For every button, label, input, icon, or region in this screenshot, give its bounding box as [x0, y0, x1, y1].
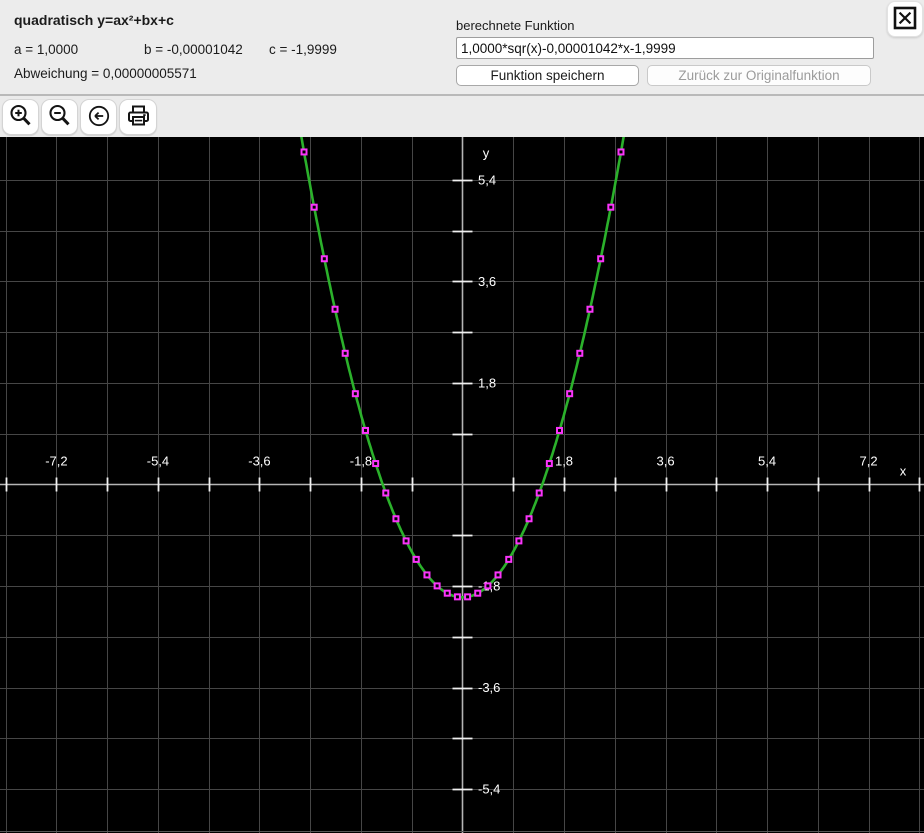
param-b: b = -0,00001042 — [144, 42, 243, 57]
svg-text:7,2: 7,2 — [860, 454, 878, 469]
print-icon — [125, 102, 152, 132]
zoom-in-icon — [8, 103, 34, 132]
back-arrow-icon — [86, 103, 112, 132]
window-bottom-edge — [0, 831, 924, 832]
param-a: a = 1,0000 — [14, 42, 78, 57]
zoom-out-icon — [47, 103, 73, 132]
svg-text:5,4: 5,4 — [758, 454, 776, 469]
svg-text:5,4: 5,4 — [478, 172, 496, 187]
function-plot: -7,2-5,4-3,6-1,81,83,65,47,25,43,61,8-1,… — [0, 137, 924, 833]
model-title: quadratisch y=ax²+bx+c — [14, 12, 174, 28]
graph-canvas[interactable]: -7,2-5,4-3,6-1,81,83,65,47,25,43,61,8-1,… — [0, 137, 924, 833]
svg-text:-7,2: -7,2 — [45, 454, 67, 469]
computed-function-label: berechnete Funktion — [456, 18, 575, 33]
svg-text:-1,8: -1,8 — [350, 454, 372, 469]
svg-text:3,6: 3,6 — [478, 274, 496, 289]
svg-text:x: x — [900, 464, 907, 479]
header-panel: quadratisch y=ax²+bx+c a = 1,0000 b = -0… — [0, 0, 924, 94]
svg-text:y: y — [483, 146, 490, 161]
tick-labels: -7,2-5,4-3,6-1,81,83,65,47,25,43,61,8-1,… — [45, 146, 907, 797]
svg-text:-3,6: -3,6 — [248, 454, 270, 469]
svg-text:-5,4: -5,4 — [478, 782, 500, 797]
back-button[interactable] — [80, 99, 117, 135]
svg-text:-3,6: -3,6 — [478, 680, 500, 695]
save-function-button[interactable]: Funktion speichern — [456, 65, 639, 86]
plot-toolbar — [0, 94, 924, 137]
zoom-out-button[interactable] — [41, 99, 78, 135]
close-icon — [892, 5, 918, 34]
param-c: c = -1,9999 — [269, 42, 337, 57]
zoom-in-button[interactable] — [2, 99, 39, 135]
reset-to-original-button[interactable]: Zurück zur Originalfunktion — [647, 65, 871, 86]
computed-function-input[interactable] — [456, 37, 874, 59]
svg-text:1,8: 1,8 — [478, 375, 496, 390]
svg-text:3,6: 3,6 — [657, 454, 675, 469]
deviation-value: Abweichung = 0,00000005571 — [14, 66, 197, 81]
svg-text:1,8: 1,8 — [555, 454, 573, 469]
print-button[interactable] — [119, 99, 157, 135]
close-button[interactable] — [887, 1, 923, 37]
svg-text:-5,4: -5,4 — [147, 454, 169, 469]
axes — [0, 137, 924, 833]
